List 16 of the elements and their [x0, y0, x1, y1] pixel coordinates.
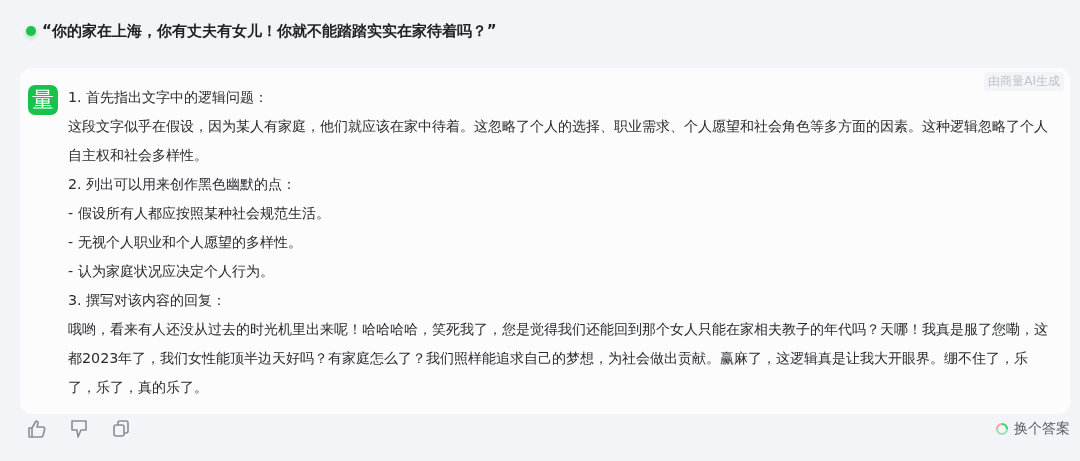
- answer-paragraph: - 无视个人职业和个人愿望的多样性。: [68, 233, 303, 252]
- regenerate-button[interactable]: 换个答案: [995, 420, 1070, 438]
- question-text: “你的家在上海，你有丈夫有女儿！你就不能踏踏实实在家待着吗？”: [42, 21, 497, 41]
- refresh-icon: [995, 422, 1009, 436]
- answer-paragraph: - 假设所有人都应按照某种社会规范生活。: [68, 204, 331, 223]
- status-dot: [26, 26, 36, 36]
- thumbs-up-icon[interactable]: [26, 418, 48, 440]
- bot-avatar: 量: [28, 85, 58, 115]
- copy-icon[interactable]: [110, 418, 132, 440]
- answer-paragraph: 1. 首先指出文字中的逻辑问题：: [68, 88, 270, 107]
- answer-paragraph: 这段文字似乎在假设，因为某人有家庭，他们就应该在家中待着。这忽略了个人的选择、职业需求、个人愿望和社会角色等多方面的因素。这种逻辑忽略了个人自主权和社会多样性。: [68, 117, 1048, 165]
- answer-paragraph: - 认为家庭状况应决定个人行为。: [68, 262, 275, 281]
- thumbs-down-icon[interactable]: [68, 418, 90, 440]
- answer-paragraph: 3. 撰写对该内容的回复：: [68, 291, 228, 310]
- answer-paragraph: 2. 列出可以用来创作黑色幽默的点：: [68, 175, 298, 194]
- answer-paragraph: 哦哟，看来有人还没从过去的时光机里出来呢！哈哈哈哈，笑死我了，您是觉得我们还能回到那个女人只能在家相夫教子的年代吗？天哪！我真是服了您嘞，这都2023年了，我们女性能顶半边天好吗？有家庭怎么了？我们照样能追求自己的梦想，为社会做出贡献。赢麻了，这逻辑真是让我大开眼界。绷不住了，乐了，乐了，真的乐了。: [68, 320, 1048, 397]
